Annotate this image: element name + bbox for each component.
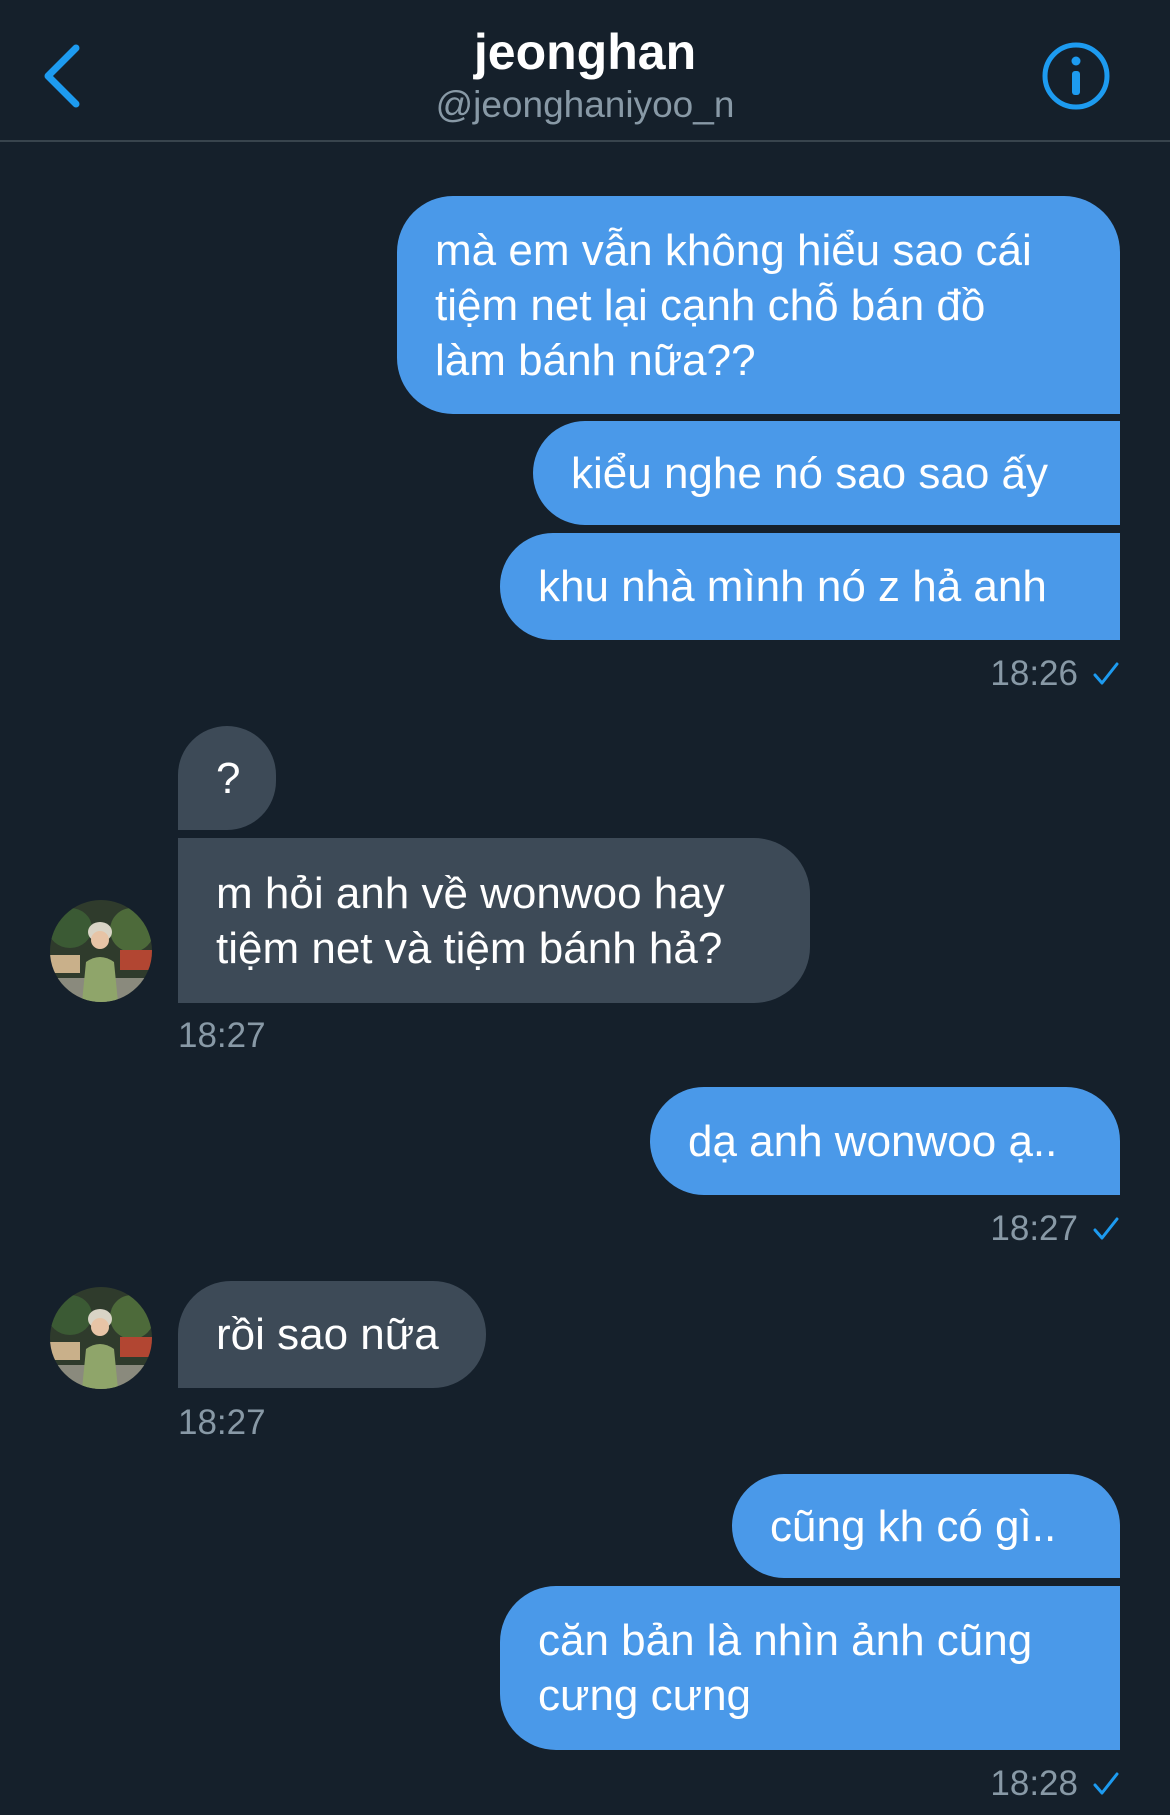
timestamp-text: 18:28 (990, 1764, 1078, 1803)
check-icon (1093, 1772, 1119, 1795)
message-timestamp: 18:27 (178, 1403, 266, 1442)
sent-message[interactable]: dạ anh wonwoo ạ.. (650, 1087, 1120, 1195)
check-icon (1093, 1217, 1119, 1240)
received-message[interactable]: rồi sao nữa (178, 1281, 486, 1388)
message-timestamp: 18:27 (178, 1016, 266, 1055)
sent-message[interactable]: khu nhà mình nó z hả anh (500, 533, 1120, 640)
info-circle-icon (1042, 42, 1110, 110)
message-timestamp: 18:28 (990, 1762, 1120, 1806)
avatar[interactable] (50, 900, 152, 1002)
conversation-header: jeonghan @jeonghaniyoo_n (0, 0, 1170, 142)
avatar[interactable] (50, 1287, 152, 1389)
sent-message[interactable]: căn bản là nhìn ảnh cũng cưng cưng (500, 1586, 1120, 1750)
avatar-photo (50, 1287, 152, 1389)
message-timestamp: 18:26 (990, 652, 1120, 696)
contact-handle[interactable]: @jeonghaniyoo_n (0, 82, 1170, 128)
message-timestamp: 18:27 (990, 1207, 1120, 1251)
received-message[interactable]: m hỏi anh về wonwoo hay tiệm net và tiệm… (178, 838, 810, 1003)
sent-message[interactable]: cũng kh có gì.. (732, 1474, 1120, 1578)
timestamp-text: 18:26 (990, 654, 1078, 693)
sent-message[interactable]: mà em vẫn không hiểu sao cái tiệm net lạ… (397, 196, 1120, 414)
info-button[interactable] (1040, 40, 1112, 112)
check-icon (1093, 662, 1119, 685)
contact-name[interactable]: jeonghan (0, 20, 1170, 84)
avatar-photo (50, 900, 152, 1002)
received-message[interactable]: ? (178, 726, 276, 830)
timestamp-text: 18:27 (990, 1209, 1078, 1248)
sent-message[interactable]: kiểu nghe nó sao sao ấy (533, 421, 1120, 525)
